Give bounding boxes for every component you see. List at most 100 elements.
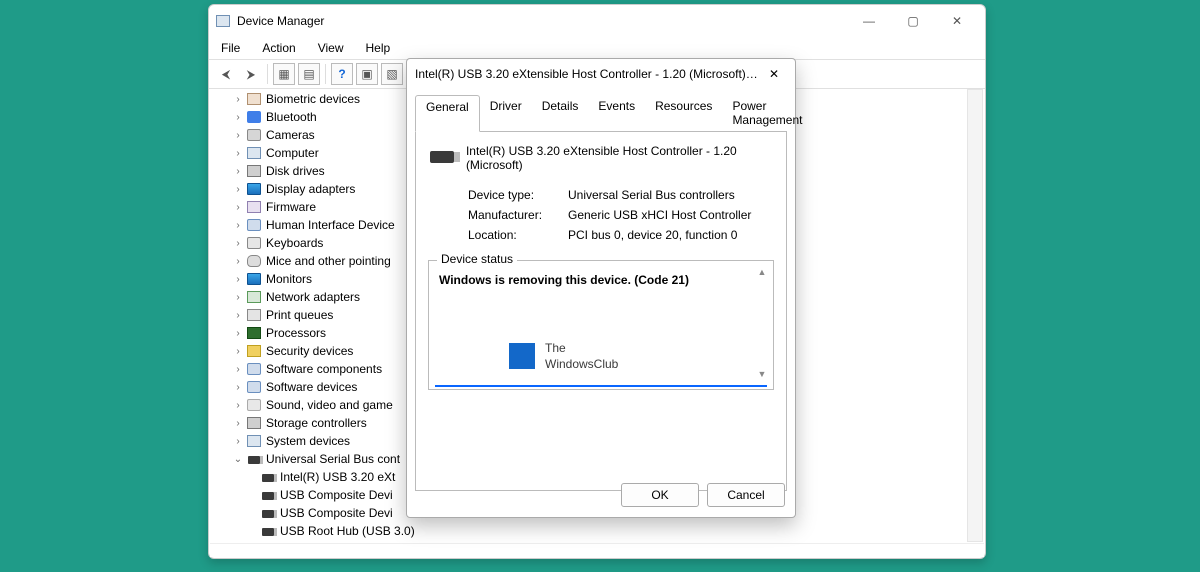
status-scroll-down[interactable]: ▼ [755, 369, 769, 383]
expand-icon[interactable]: › [232, 292, 244, 303]
tab-general[interactable]: General [415, 95, 480, 132]
expand-icon[interactable]: › [232, 166, 244, 177]
category-icon [246, 434, 262, 448]
status-scroll-up[interactable]: ▲ [755, 267, 769, 281]
tab-driver[interactable]: Driver [480, 95, 532, 132]
tree-label: Firmware [266, 200, 316, 214]
collapse-icon[interactable]: ⌄ [232, 454, 244, 465]
tree-label: Print queues [266, 308, 333, 322]
device-name: Intel(R) USB 3.20 eXtensible Host Contro… [466, 144, 774, 172]
expand-icon[interactable]: › [232, 184, 244, 195]
device-status-box: Device status Windows is removing this d… [428, 260, 774, 390]
category-icon [246, 164, 262, 178]
status-strip [210, 543, 984, 557]
tab-resources[interactable]: Resources [645, 95, 722, 132]
category-icon [246, 416, 262, 430]
category-icon [246, 200, 262, 214]
tree-label: Keyboards [266, 236, 323, 250]
toolbar-show-hidden[interactable]: ▦ [273, 63, 295, 85]
expand-icon[interactable]: › [232, 346, 244, 357]
category-icon [246, 272, 262, 286]
menu-action[interactable]: Action [258, 39, 299, 57]
device-status-label: Device status [437, 252, 517, 266]
label-device-type: Device type: [468, 188, 568, 202]
tree-label: Monitors [266, 272, 312, 286]
dialog-close-button[interactable]: ✕ [761, 61, 787, 87]
toolbar-separator [325, 64, 326, 84]
tree-label: Computer [266, 146, 319, 160]
tree-label: Processors [266, 326, 326, 340]
tree-label: Software devices [266, 380, 357, 394]
expand-icon[interactable]: › [232, 256, 244, 267]
close-button[interactable]: ✕ [935, 7, 979, 35]
menu-help[interactable]: Help [362, 39, 395, 57]
watermark-line1: The [545, 341, 566, 355]
toolbar-update[interactable]: ▧ [381, 63, 403, 85]
windows-logo-icon [509, 343, 535, 369]
expand-icon[interactable]: › [232, 202, 244, 213]
cancel-button[interactable]: Cancel [707, 483, 785, 507]
usb-icon [246, 452, 262, 466]
category-icon [246, 398, 262, 412]
category-icon [246, 326, 262, 340]
expand-icon[interactable]: › [232, 310, 244, 321]
tree-label: USB Composite Devi [280, 488, 393, 502]
category-icon [246, 254, 262, 268]
category-icon [246, 218, 262, 232]
menu-view[interactable]: View [314, 39, 348, 57]
label-manufacturer: Manufacturer: [468, 208, 568, 222]
device-properties-dialog: Intel(R) USB 3.20 eXtensible Host Contro… [406, 58, 796, 518]
usb-device-icon [428, 146, 456, 168]
expand-icon[interactable]: › [232, 112, 244, 123]
tree-label: Software components [266, 362, 382, 376]
expand-icon[interactable]: › [232, 436, 244, 447]
tree-label: Cameras [266, 128, 315, 142]
tab-events[interactable]: Events [588, 95, 645, 132]
tab-panel-general: Intel(R) USB 3.20 eXtensible Host Contro… [415, 131, 787, 491]
device-manager-icon [215, 13, 231, 29]
expand-icon[interactable]: › [232, 130, 244, 141]
expand-icon[interactable]: › [232, 364, 244, 375]
expand-icon[interactable]: › [232, 148, 244, 159]
value-location: PCI bus 0, device 20, function 0 [568, 228, 737, 242]
toolbar-separator [267, 64, 268, 84]
dialog-titlebar[interactable]: Intel(R) USB 3.20 eXtensible Host Contro… [407, 59, 795, 89]
tree-label: Human Interface Device [266, 218, 395, 232]
tree-label: Sound, video and game [266, 398, 393, 412]
titlebar[interactable]: Device Manager — ▢ ✕ [209, 5, 985, 37]
expand-icon[interactable]: › [232, 274, 244, 285]
minimize-button[interactable]: — [847, 7, 891, 35]
category-icon [246, 128, 262, 142]
maximize-button[interactable]: ▢ [891, 7, 935, 35]
ok-button[interactable]: OK [621, 483, 699, 507]
tree-label: USB Composite Devi [280, 506, 393, 520]
expand-icon[interactable]: › [232, 400, 244, 411]
toolbar-help[interactable]: ? [331, 63, 353, 85]
tab-power-management[interactable]: Power Management [722, 95, 812, 132]
back-button[interactable]: ⮜ [215, 63, 237, 85]
toolbar-scan[interactable]: ▣ [356, 63, 378, 85]
expand-icon[interactable]: › [232, 94, 244, 105]
usb-device-icon [260, 488, 276, 502]
expand-icon[interactable]: › [232, 220, 244, 231]
tree-label: Display adapters [266, 182, 355, 196]
watermark-line2: WindowsClub [545, 357, 618, 371]
expand-icon[interactable]: › [232, 328, 244, 339]
expand-icon[interactable]: › [232, 238, 244, 249]
tree-label: USB Root Hub (USB 3.0) [280, 524, 415, 538]
tree-label: Universal Serial Bus cont [266, 452, 400, 466]
tab-details[interactable]: Details [532, 95, 589, 132]
vertical-scrollbar[interactable] [967, 89, 983, 542]
toolbar-properties[interactable]: ▤ [298, 63, 320, 85]
tree-label: Network adapters [266, 290, 360, 304]
tree-label: Intel(R) USB 3.20 eXt [280, 470, 395, 484]
category-icon [246, 182, 262, 196]
tree-label: Storage controllers [266, 416, 367, 430]
category-icon [246, 362, 262, 376]
menu-file[interactable]: File [217, 39, 244, 57]
tree-child-usb-device[interactable]: USB Root Hub (USB 3.0) [210, 522, 984, 540]
menubar: File Action View Help [209, 37, 985, 59]
expand-icon[interactable]: › [232, 382, 244, 393]
expand-icon[interactable]: › [232, 418, 244, 429]
forward-button[interactable]: ⮞ [240, 63, 262, 85]
